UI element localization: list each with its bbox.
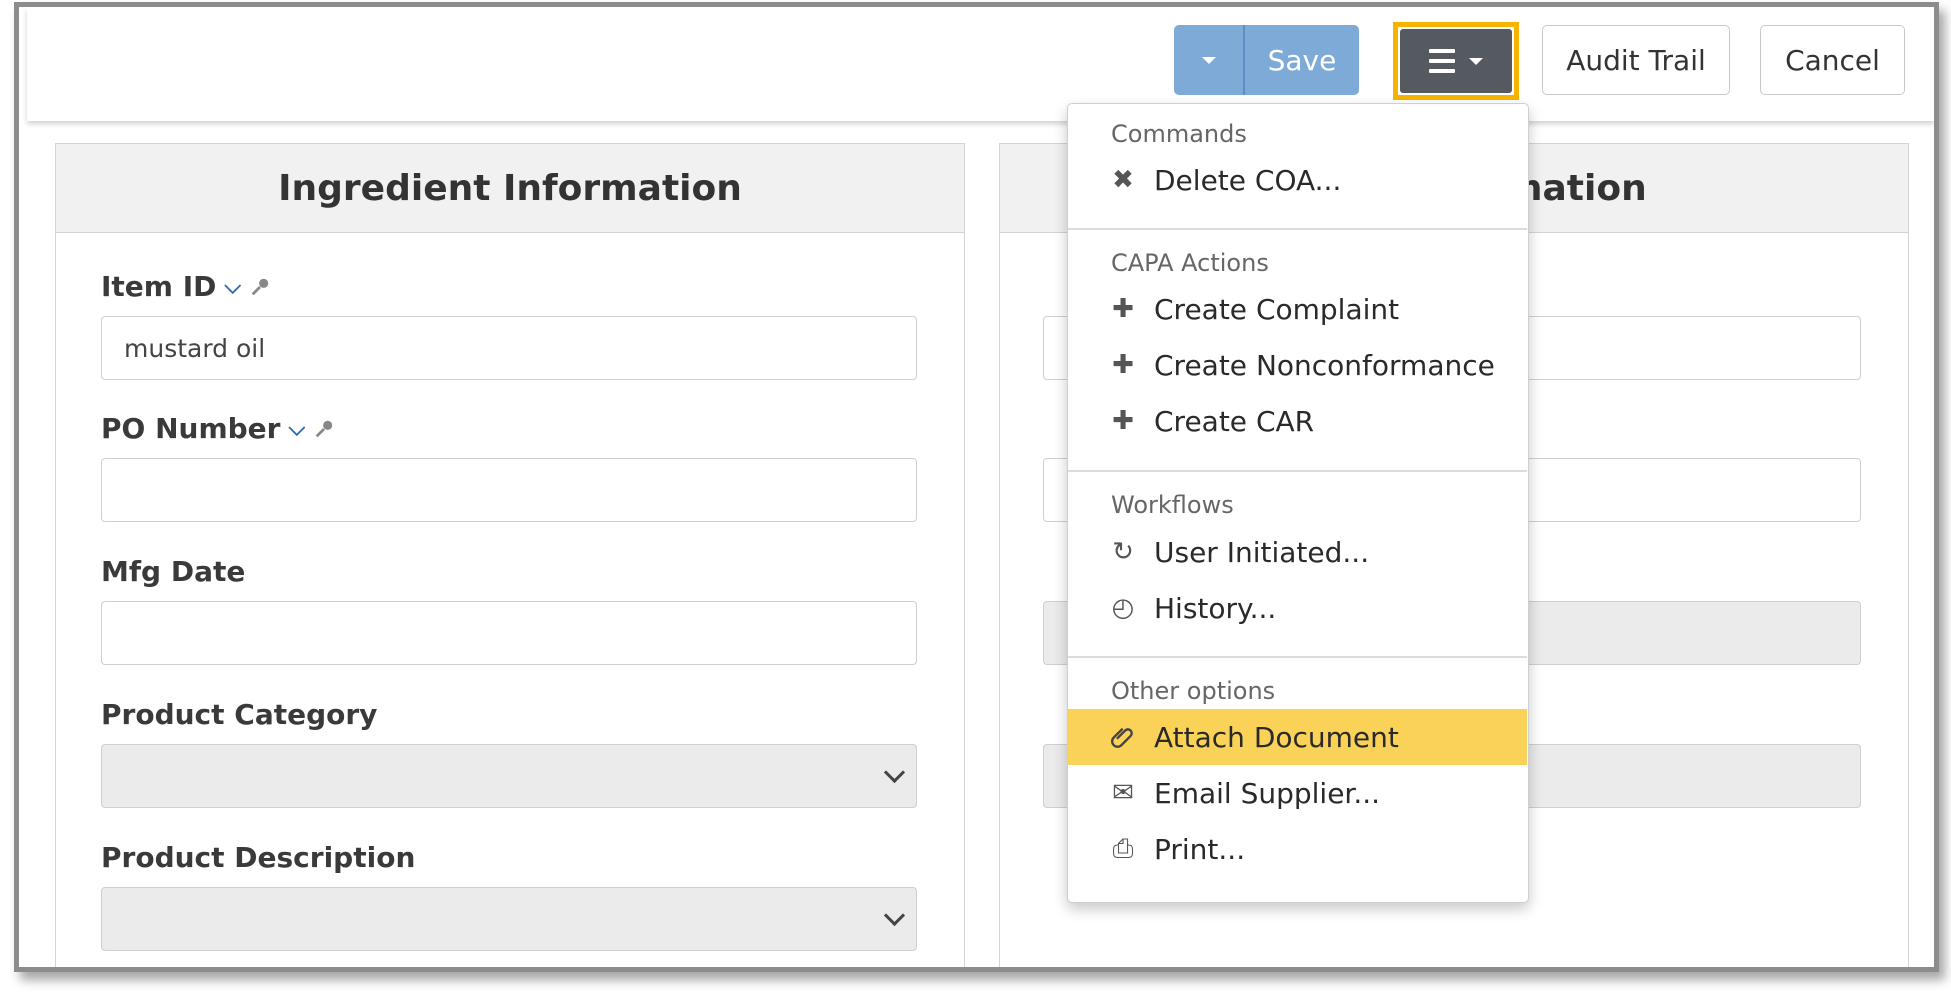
menu-item-label: Email Supplier... <box>1154 776 1381 810</box>
menu-section-title: Commands <box>1111 120 1247 148</box>
menu-item-label: Attach Document <box>1154 720 1399 754</box>
menu-section-title: CAPA Actions <box>1111 249 1269 277</box>
menu-divider <box>1068 470 1527 472</box>
po-number-input[interactable] <box>101 458 917 522</box>
clock-icon: ◴ <box>1111 593 1135 623</box>
save-button[interactable]: Save <box>1245 25 1359 95</box>
mfg-date-input[interactable] <box>101 601 917 665</box>
ingredient-information-panel: Ingredient Information Item ID ⌵ mustard… <box>55 143 965 967</box>
menu-item-label: Print... <box>1154 832 1246 866</box>
po-number-label-text: PO Number <box>101 412 281 445</box>
menu-item-print[interactable]: ⎙ Print... <box>1068 821 1527 877</box>
product-category-label: Product Category <box>101 698 378 731</box>
key-icon[interactable] <box>313 418 335 440</box>
caret-down-icon <box>1201 56 1216 64</box>
envelope-icon: ✉ <box>1112 778 1134 808</box>
menu-item-label: Create CAR <box>1154 404 1315 438</box>
refresh-icon: ↻ <box>1112 537 1134 567</box>
plus-icon: ✚ <box>1112 350 1134 380</box>
menu-divider <box>1068 228 1527 230</box>
menu-item-create-car[interactable]: ✚ Create CAR <box>1068 393 1527 449</box>
plus-icon: ✚ <box>1112 406 1134 436</box>
menu-divider <box>1068 656 1527 658</box>
menu-item-create-nonconformance[interactable]: ✚ Create Nonconformance <box>1068 337 1527 393</box>
item-id-input[interactable]: mustard oil <box>101 316 917 380</box>
menu-item-label: Create Complaint <box>1154 292 1400 326</box>
close-icon: ✖ <box>1112 165 1134 195</box>
key-icon[interactable] <box>249 276 271 298</box>
menu-item-label: Delete COA... <box>1154 163 1342 197</box>
chevron-down-icon <box>883 904 906 927</box>
paperclip-icon <box>1110 728 1133 748</box>
chevron-down-icon <box>883 761 906 784</box>
item-id-label-text: Item ID <box>101 270 217 303</box>
menu-item-email-supplier[interactable]: ✉ Email Supplier... <box>1068 765 1527 821</box>
top-toolbar: Save Audit Trail Cancel <box>27 7 1934 121</box>
menu-section-title: Other options <box>1111 677 1276 705</box>
menu-item-label: User Initiated... <box>1154 535 1370 569</box>
save-split-button[interactable]: Save <box>1174 25 1359 95</box>
menu-section-title: Workflows <box>1111 491 1234 519</box>
menu-item-user-initiated[interactable]: ↻ User Initiated... <box>1068 524 1527 580</box>
actions-dropdown-menu: Commands ✖ Delete COA... CAPA Actions ✚ … <box>1067 103 1529 903</box>
plus-icon: ✚ <box>1112 294 1134 324</box>
panel-title: Ingredient Information <box>56 144 964 233</box>
menu-item-label: Create Nonconformance <box>1154 348 1495 382</box>
paperclip-icon <box>1108 724 1138 750</box>
menu-item-delete-coa[interactable]: ✖ Delete COA... <box>1068 152 1527 208</box>
more-actions-menu-button[interactable] <box>1400 29 1512 93</box>
mfg-date-label: Mfg Date <box>101 555 246 588</box>
hamburger-icon <box>1429 49 1455 73</box>
screenshot-frame: Save Audit Trail Cancel Ingredient Infor… <box>14 2 1939 972</box>
product-description-select[interactable] <box>101 887 917 951</box>
app-window: Save Audit Trail Cancel Ingredient Infor… <box>27 7 1934 967</box>
audit-trail-button[interactable]: Audit Trail <box>1542 25 1730 95</box>
cancel-button[interactable]: Cancel <box>1760 25 1905 95</box>
menu-item-attach-document[interactable]: Attach Document <box>1068 709 1527 765</box>
menu-item-history[interactable]: ◴ History... <box>1068 580 1527 636</box>
chevron-down-icon[interactable]: ⌵ <box>224 274 241 299</box>
chevron-down-icon[interactable]: ⌵ <box>288 416 305 441</box>
menu-item-create-complaint[interactable]: ✚ Create Complaint <box>1068 281 1527 337</box>
save-options-toggle[interactable] <box>1174 25 1245 95</box>
product-category-select[interactable] <box>101 744 917 808</box>
caret-down-icon <box>1469 57 1483 65</box>
po-number-label: PO Number ⌵ <box>101 412 335 445</box>
item-id-value: mustard oil <box>124 333 266 363</box>
menu-item-label: History... <box>1154 591 1277 625</box>
item-id-label: Item ID ⌵ <box>101 270 271 303</box>
product-description-label: Product Description <box>101 841 416 874</box>
printer-icon: ⎙ <box>1112 833 1134 864</box>
